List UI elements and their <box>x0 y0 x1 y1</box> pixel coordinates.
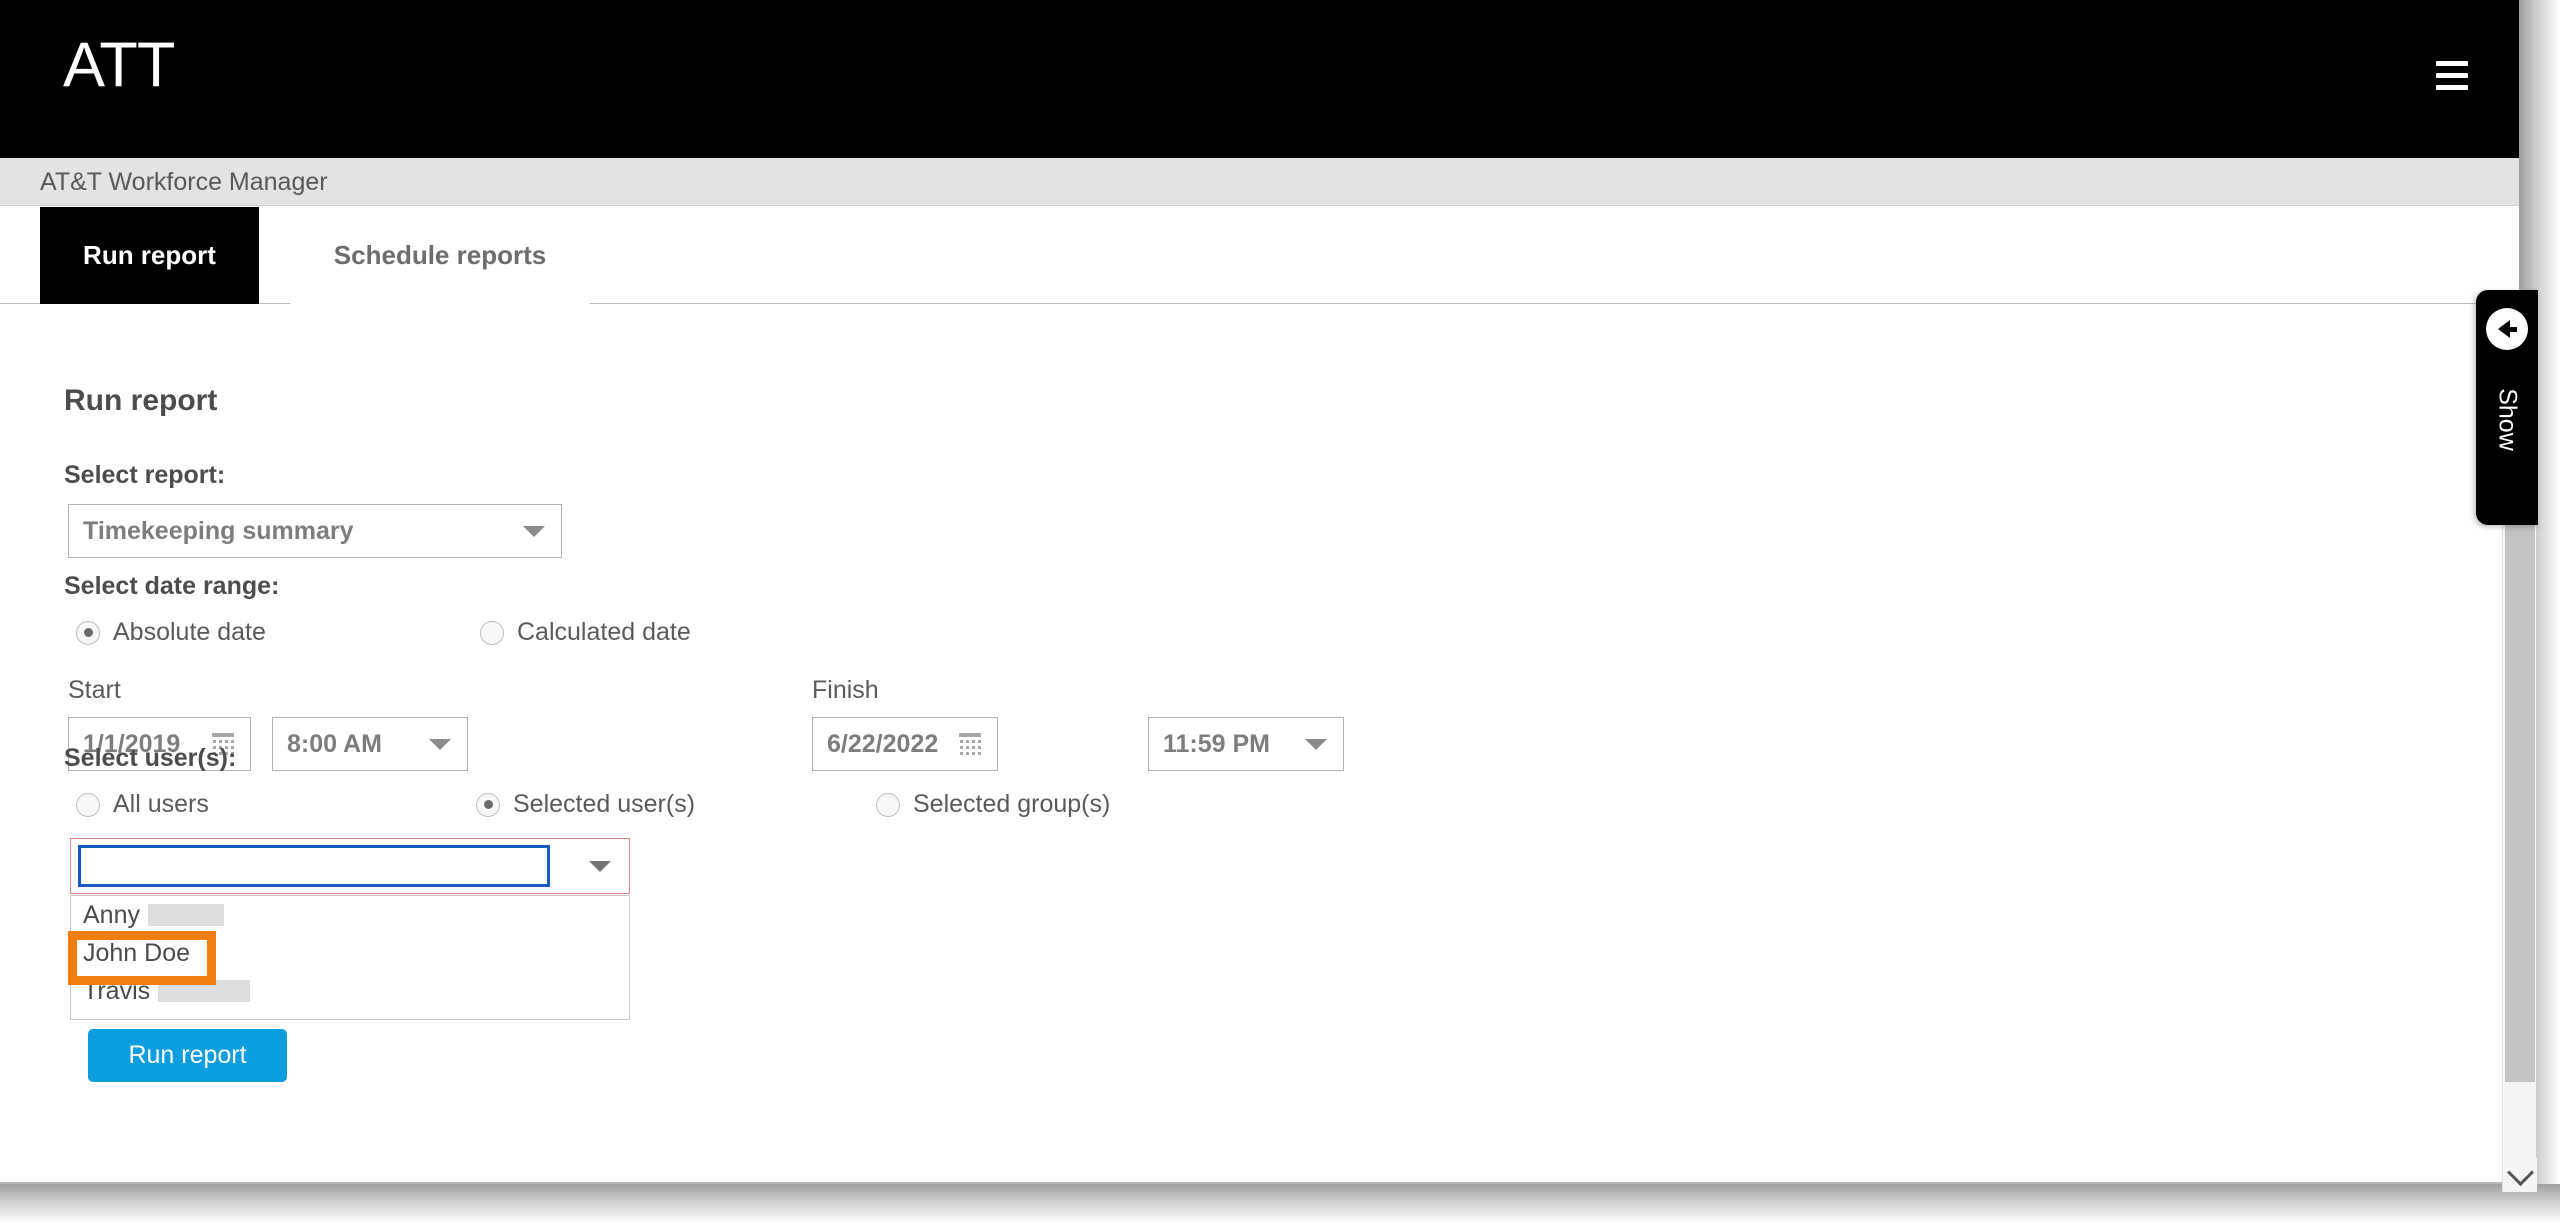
start-time-dropdown[interactable]: 8:00 AM <box>272 717 468 771</box>
radio-all-users[interactable]: All users <box>76 790 209 819</box>
start-label: Start <box>68 676 121 704</box>
hamburger-bar <box>2436 61 2468 66</box>
user-search-input[interactable] <box>78 845 550 887</box>
show-panel-tab[interactable]: Show <box>2476 290 2538 525</box>
list-item[interactable]: Anny <box>71 896 629 934</box>
select-report-value: Timekeeping summary <box>83 516 354 545</box>
bottom-gutter <box>0 1184 2560 1223</box>
select-date-range-label: Select date range: <box>64 572 280 600</box>
radio-selected-users[interactable]: Selected user(s) <box>476 790 695 819</box>
chevron-down-icon <box>523 526 545 537</box>
radio-selected-groups[interactable]: Selected group(s) <box>876 790 1110 819</box>
radio-calculated-date-label: Calculated date <box>517 618 691 646</box>
radio-absolute-date-indicator <box>76 620 100 645</box>
chevron-down-icon <box>1305 739 1327 750</box>
select-report-dropdown[interactable]: Timekeeping summary <box>68 504 562 558</box>
tab-schedule-reports[interactable]: Schedule reports <box>290 207 590 304</box>
arrow-left-circle-icon <box>2486 308 2528 350</box>
radio-selected-groups-indicator <box>876 792 900 817</box>
radio-absolute-date[interactable]: Absolute date <box>76 618 266 647</box>
show-panel-tab-label: Show <box>2493 388 2522 451</box>
radio-selected-groups-label: Selected group(s) <box>913 790 1111 818</box>
radio-all-users-indicator <box>76 792 100 817</box>
chevron-down-icon[interactable] <box>589 861 611 872</box>
finish-time-value: 11:59 PM <box>1163 729 1271 758</box>
list-item[interactable]: John Doe <box>71 934 629 972</box>
run-report-button-label: Run report <box>128 1041 247 1069</box>
hamburger-bar <box>2436 85 2468 90</box>
start-time-value: 8:00 AM <box>287 729 382 758</box>
radio-calculated-date[interactable]: Calculated date <box>480 618 691 647</box>
tab-strip: Run report Schedule reports <box>0 207 2519 304</box>
app-subtitle-bar: AT&T Workforce Manager <box>0 158 2519 206</box>
chevron-down-icon <box>429 739 451 750</box>
brand-logo: ATT <box>63 30 175 100</box>
main-content-area: Run report Select report: Timekeeping su… <box>0 304 2519 1184</box>
user-combobox[interactable] <box>70 838 630 894</box>
user-dropdown-list[interactable]: Anny John Doe Travis <box>70 895 630 1020</box>
chevron-down-icon[interactable] <box>2503 1158 2537 1192</box>
select-users-label: Select user(s): <box>64 744 237 772</box>
redacted-block <box>158 980 251 1002</box>
finish-date-input[interactable]: 6/22/2022 <box>812 717 998 771</box>
run-report-button[interactable]: Run report <box>88 1029 287 1082</box>
finish-label: Finish <box>812 676 879 704</box>
hamburger-icon[interactable] <box>2430 58 2474 96</box>
user-option-label: Travis <box>83 976 151 1005</box>
tab-schedule-reports-label: Schedule reports <box>333 240 547 270</box>
radio-selected-users-indicator <box>476 792 500 817</box>
finish-date-value: 6/22/2022 <box>827 729 939 758</box>
tab-run-report[interactable]: Run report <box>40 207 259 304</box>
radio-selected-users-label: Selected user(s) <box>513 790 696 818</box>
top-header-bar: ATT <box>0 0 2519 158</box>
application-frame: ATT AT&T Workforce Manager Run report Sc… <box>0 0 2560 1223</box>
list-item[interactable]: Travis <box>71 972 629 1010</box>
radio-calculated-date-indicator <box>480 620 504 645</box>
finish-time-dropdown[interactable]: 11:59 PM <box>1148 717 1344 771</box>
app-subtitle: AT&T Workforce Manager <box>40 168 328 196</box>
tab-run-report-label: Run report <box>83 240 216 270</box>
hamburger-bar <box>2436 73 2468 78</box>
calendar-icon[interactable] <box>959 733 981 755</box>
radio-absolute-date-label: Absolute date <box>113 618 266 646</box>
redacted-block <box>147 904 224 926</box>
page-title: Run report <box>64 384 218 417</box>
user-option-label: Anny <box>83 900 140 929</box>
user-option-label: John Doe <box>83 938 191 967</box>
select-report-label: Select report: <box>64 461 226 489</box>
radio-all-users-label: All users <box>113 790 209 818</box>
